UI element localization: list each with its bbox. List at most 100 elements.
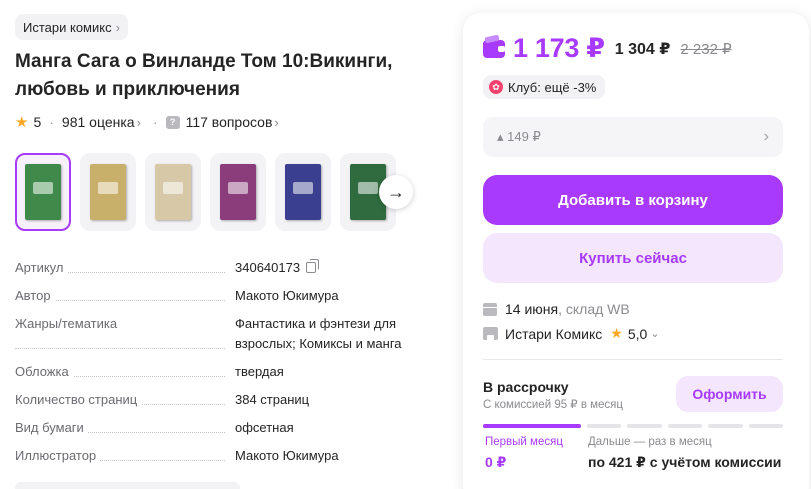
- brand-chip[interactable]: Истари комикс ›: [15, 14, 128, 40]
- spec-value-text: Макото Юкимура: [235, 288, 339, 303]
- spec-label-text: Иллюстратор: [15, 448, 101, 463]
- spec-row: Обложка твердая: [15, 362, 430, 382]
- spec-row: Жанры/тематика Фантастика и фэнтези для в…: [15, 314, 430, 354]
- spec-value: 340640173: [235, 258, 430, 278]
- spec-row: Артикул 340640173: [15, 258, 430, 278]
- wallet-icon: [483, 39, 505, 58]
- spec-label-text: Вид бумаги: [15, 420, 88, 435]
- brand-name: Истари комикс: [23, 19, 112, 35]
- gallery-thumbnail[interactable]: [210, 153, 266, 231]
- price-old: 2 232 ₽: [680, 40, 732, 58]
- divider: [483, 359, 783, 360]
- chevron-down-icon: ⌄: [650, 328, 660, 340]
- spec-value: твердая: [235, 362, 430, 382]
- spec-value: Фантастика и фэнтези для взрослых; Комик…: [235, 314, 430, 354]
- chevron-right-icon: ›: [274, 114, 279, 130]
- buy-now-button[interactable]: Купить сейчас: [483, 233, 783, 283]
- first-month-label: Первый месяц: [485, 436, 563, 448]
- spec-value-text: офсетная: [235, 420, 294, 435]
- progress-segment: [667, 424, 703, 428]
- seller-rating: 5,0: [627, 325, 648, 342]
- copy-icon[interactable]: [306, 259, 320, 273]
- progress-segment: [587, 424, 622, 428]
- next-months-label: Дальше — раз в месяц: [588, 436, 712, 448]
- reviews-link[interactable]: 981 оценка ›: [62, 114, 141, 130]
- chevron-right-icon: ›: [136, 115, 141, 130]
- price-row: 1 173 ₽ 1 304 ₽ 2 232 ₽: [483, 33, 732, 64]
- gallery-thumbnail[interactable]: [80, 153, 136, 231]
- spec-value: Макото Юкимура: [235, 446, 430, 466]
- add-to-cart-button[interactable]: Добавить в корзину: [483, 175, 783, 225]
- spec-value: офсетная: [235, 418, 430, 438]
- progress-segment: [627, 424, 662, 428]
- spec-label-text: Жанры/тематика: [15, 316, 122, 331]
- price-current: 1 304 ₽: [614, 40, 671, 58]
- next-months-value: по 421 ₽ с учётом комиссии: [588, 454, 782, 470]
- box-icon: [483, 302, 497, 316]
- dotted-leader: [15, 348, 225, 349]
- book-cover-image: [285, 164, 321, 220]
- spec-label: Иллюстратор: [15, 446, 235, 466]
- delivery-info: 14 июня, склад WB: [483, 301, 630, 317]
- club-icon: ✿: [489, 80, 503, 94]
- seller-info[interactable]: Истари Комикс ★ 5,0 ⌄: [483, 325, 660, 342]
- spec-label: Количество страниц: [15, 390, 235, 410]
- spec-value: Макото Юкимура: [235, 286, 430, 306]
- installment-subtitle: С комиссией 95 ₽ в месяц: [483, 399, 623, 411]
- club-discount-badge[interactable]: ✿ Клуб: ещё -3%: [483, 75, 606, 99]
- more-specs-button[interactable]: [15, 482, 240, 489]
- spec-value-text: 384 страниц: [235, 392, 310, 407]
- club-text: Клуб: ещё -3%: [508, 79, 597, 95]
- book-cover-image: [155, 164, 191, 220]
- separator-dot: ·: [152, 114, 158, 130]
- spec-value: 384 страниц: [235, 390, 430, 410]
- price-wallet: 1 173 ₽: [513, 33, 605, 63]
- spec-row: Количество страниц 384 страниц: [15, 390, 430, 410]
- spec-label: Вид бумаги: [15, 418, 235, 438]
- first-month-value: 0 ₽: [485, 454, 507, 470]
- separator-dot: ·: [49, 114, 54, 130]
- gallery-thumbnail[interactable]: [15, 153, 71, 231]
- spec-label-text: Количество страниц: [15, 392, 142, 407]
- star-icon: ★: [15, 114, 29, 131]
- spec-label: Обложка: [15, 362, 235, 382]
- spec-value-text: 340640173: [235, 260, 301, 275]
- spec-row: Автор Макото Юкимура: [15, 286, 430, 306]
- rating-row: ★ 5 · 981 оценка › · ? 117 вопросов ›: [15, 112, 279, 132]
- spec-value-text: Макото Юкимура: [235, 448, 339, 463]
- installment-amount: ▴ 149 ₽: [497, 129, 541, 144]
- delivery-date: 14 июня: [505, 301, 559, 317]
- spec-label-text: Артикул: [15, 260, 68, 275]
- seller-name: Истари Комикс: [505, 325, 603, 342]
- rating-value: 5: [33, 114, 42, 130]
- apply-installment-button[interactable]: Оформить: [676, 376, 783, 412]
- question-icon: ?: [165, 115, 180, 129]
- spec-label: Автор: [15, 286, 235, 306]
- spec-value-text: твердая: [235, 364, 284, 379]
- progress-segment: [748, 424, 784, 428]
- arrow-right-icon: →: [387, 181, 405, 202]
- gallery-thumbnail[interactable]: [145, 153, 201, 231]
- spec-label: Жанры/тематика: [15, 314, 235, 354]
- star-icon: ★: [610, 325, 623, 341]
- delivery-warehouse: , склад WB: [558, 301, 630, 317]
- installment-selector[interactable]: ▴ 149 ₽ ›: [483, 117, 783, 157]
- chevron-right-icon: ›: [763, 128, 769, 145]
- chevron-right-icon: ›: [115, 19, 120, 35]
- installment-title: В рассрочку: [483, 379, 569, 395]
- spec-value-text: Фантастика и фэнтези для взрослых; Комик…: [235, 316, 402, 351]
- progress-segment: [483, 424, 581, 428]
- gallery-next-button[interactable]: →: [379, 175, 413, 209]
- book-cover-image: [220, 164, 256, 220]
- shop-icon: [483, 327, 498, 340]
- product-title: Манга Сага о Винланде Том 10:Викинги, лю…: [15, 51, 393, 100]
- progress-segment: [708, 424, 743, 428]
- reviews-count: 981 оценка: [61, 114, 135, 130]
- questions-count: 117 вопросов: [185, 114, 273, 130]
- gallery-thumbnails: [15, 153, 396, 231]
- spec-label-text: Обложка: [15, 364, 73, 379]
- gallery-thumbnail[interactable]: [275, 153, 331, 231]
- book-cover-image: [90, 164, 126, 220]
- questions-link[interactable]: ? 117 вопросов ›: [165, 114, 279, 130]
- spec-label-text: Автор: [15, 288, 55, 303]
